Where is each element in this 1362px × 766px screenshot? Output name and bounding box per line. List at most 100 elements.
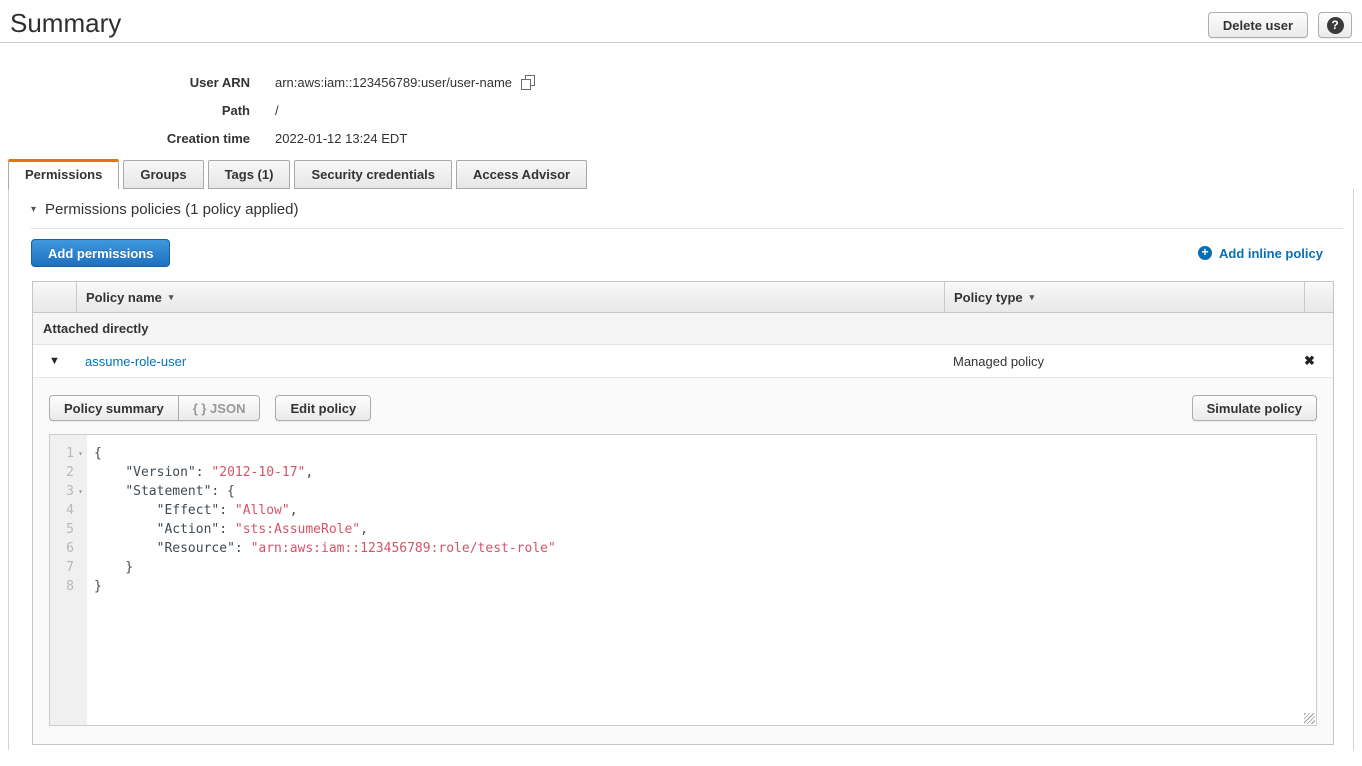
field-value: / (275, 103, 279, 118)
code-line: { (94, 444, 1316, 463)
fold-caret-icon[interactable]: ▾ (74, 487, 87, 496)
column-header-policy-type[interactable]: Policy type ▾ (944, 282, 1304, 312)
column-header-label: Policy type (954, 290, 1023, 305)
token-key: "Effect" (157, 503, 220, 518)
token-plain: : (235, 541, 251, 556)
code-line: } (94, 558, 1316, 577)
token-string: "arn:aws:iam::123456789:role/test-role" (251, 541, 556, 556)
token-plain (94, 484, 125, 499)
token-plain: , (305, 465, 313, 480)
editor-code-area[interactable]: { "Version": "2012-10-17", "Statement": … (87, 435, 1316, 725)
token-plain (94, 465, 125, 480)
policy-type-value: Managed policy (944, 354, 1304, 369)
edit-policy-button[interactable]: Edit policy (275, 395, 371, 421)
token-string: "Allow" (235, 503, 290, 518)
token-plain: : (219, 522, 235, 537)
permissions-tab-panel: ▾ Permissions policies (1 policy applied… (8, 189, 1354, 750)
policy-view-switch: Policy summary { } JSON (49, 395, 260, 421)
line-number: 5 (66, 522, 74, 537)
token-plain: } (94, 560, 133, 575)
add-inline-policy-label: Add inline policy (1219, 246, 1323, 261)
delete-user-button[interactable]: Delete user (1208, 12, 1308, 38)
permissions-policies-section-heading: ▾ Permissions policies (1 policy applied… (31, 189, 1343, 229)
token-key: "Action" (157, 522, 220, 537)
column-header-policy-name[interactable]: Policy name ▾ (76, 282, 944, 312)
policy-table: Policy name▾Policy type▾ Attached direct… (32, 281, 1334, 745)
code-line: "Resource": "arn:aws:iam::123456789:role… (94, 539, 1316, 558)
column-header-label: Policy name (86, 290, 162, 305)
fold-caret-icon[interactable]: ▾ (74, 449, 87, 458)
field-value: arn:aws:iam::123456789:user/user-name (275, 75, 535, 90)
add-permissions-button[interactable]: Add permissions (31, 239, 170, 267)
field-value: 2022-01-12 13:24 EDT (275, 131, 407, 146)
expander-column-header (33, 282, 76, 312)
token-plain (94, 541, 157, 556)
page-title: Summary (10, 8, 121, 38)
policy-summary-button[interactable]: Policy summary (49, 395, 179, 421)
add-inline-policy-link[interactable]: + Add inline policy (1198, 246, 1323, 261)
collapse-caret-icon[interactable]: ▾ (31, 204, 36, 215)
policy-row: ▼ assume-role-user Managed policy ✖ (33, 345, 1333, 377)
token-plain: } (94, 579, 102, 594)
line-number: 2 (66, 465, 74, 480)
detach-policy-icon[interactable]: ✖ (1304, 353, 1333, 369)
token-string: "2012-10-17" (211, 465, 305, 480)
token-plain (94, 503, 157, 518)
line-number: 7 (66, 560, 74, 575)
copy-icon[interactable] (521, 75, 535, 90)
detail-row: Creation time 2022-01-12 13:24 EDT (0, 124, 1362, 152)
policy-table-header: Policy name ▾ Policy type ▾ (33, 282, 1333, 313)
tab-permissions[interactable]: Permissions (8, 159, 119, 189)
line-number: 1 (66, 446, 74, 461)
code-line: } (94, 577, 1316, 596)
editor-resize-grip-icon[interactable] (1304, 713, 1315, 724)
field-label: User ARN (0, 75, 250, 90)
code-line: "Effect": "Allow", (94, 501, 1316, 520)
token-string: "sts:AssumeRole" (235, 522, 360, 537)
policy-actions-row: Add permissions + Add inline policy (31, 239, 1343, 267)
help-button[interactable]: ? (1318, 12, 1352, 38)
policy-name-link[interactable]: assume-role-user (76, 354, 944, 369)
section-heading-label: Permissions policies (1 policy applied) (45, 201, 298, 218)
help-icon: ? (1327, 17, 1344, 34)
gutter-row: 7 (50, 558, 87, 577)
gutter-row: 6 (50, 539, 87, 558)
line-number: 3 (66, 484, 74, 499)
tab-tags-1[interactable]: Tags (1) (208, 160, 291, 189)
tab-security-credentials[interactable]: Security credentials (294, 160, 452, 189)
line-number: 4 (66, 503, 74, 518)
tab-access-advisor[interactable]: Access Advisor (456, 160, 587, 189)
row-expander-icon[interactable]: ▼ (33, 355, 76, 367)
token-plain: , (290, 503, 298, 518)
plus-circle-icon: + (1198, 246, 1212, 260)
header-actions: Delete user ? (1208, 12, 1352, 38)
sort-caret-icon: ▾ (1030, 292, 1035, 303)
tab-groups[interactable]: Groups (123, 160, 203, 189)
json-view-button[interactable]: { } JSON (179, 395, 261, 421)
field-label: Creation time (0, 131, 250, 146)
token-key: "Resource" (157, 541, 235, 556)
token-plain (94, 522, 157, 537)
gutter-row: 4 (50, 501, 87, 520)
token-key: "Version" (125, 465, 195, 480)
token-plain: , (360, 522, 368, 537)
gutter-row: 8 (50, 577, 87, 596)
policy-detail-toolbar: Policy summary { } JSON Edit policy Simu… (49, 395, 1317, 421)
simulate-policy-button[interactable]: Simulate policy (1192, 395, 1317, 421)
gutter-row: 5 (50, 520, 87, 539)
token-plain: { (94, 446, 102, 461)
field-label: Path (0, 103, 250, 118)
detail-row: User ARN arn:aws:iam::123456789:user/user… (0, 68, 1362, 96)
token-key: "Statement" (125, 484, 211, 499)
policy-detail-panel: Policy summary { } JSON Edit policy Simu… (33, 377, 1333, 744)
sort-caret-icon: ▾ (169, 292, 174, 303)
line-number: 8 (66, 579, 74, 594)
json-policy-editor[interactable]: 1▾23▾45678 { "Version": "2012-10-17", "S… (49, 434, 1317, 726)
code-line: "Action": "sts:AssumeRole", (94, 520, 1316, 539)
code-line: "Statement": { (94, 482, 1316, 501)
page-header: Summary Delete user ? (0, 0, 1362, 43)
gutter-row: 1▾ (50, 444, 87, 463)
line-number: 6 (66, 541, 74, 556)
gutter-row: 2 (50, 463, 87, 482)
code-line: "Version": "2012-10-17", (94, 463, 1316, 482)
